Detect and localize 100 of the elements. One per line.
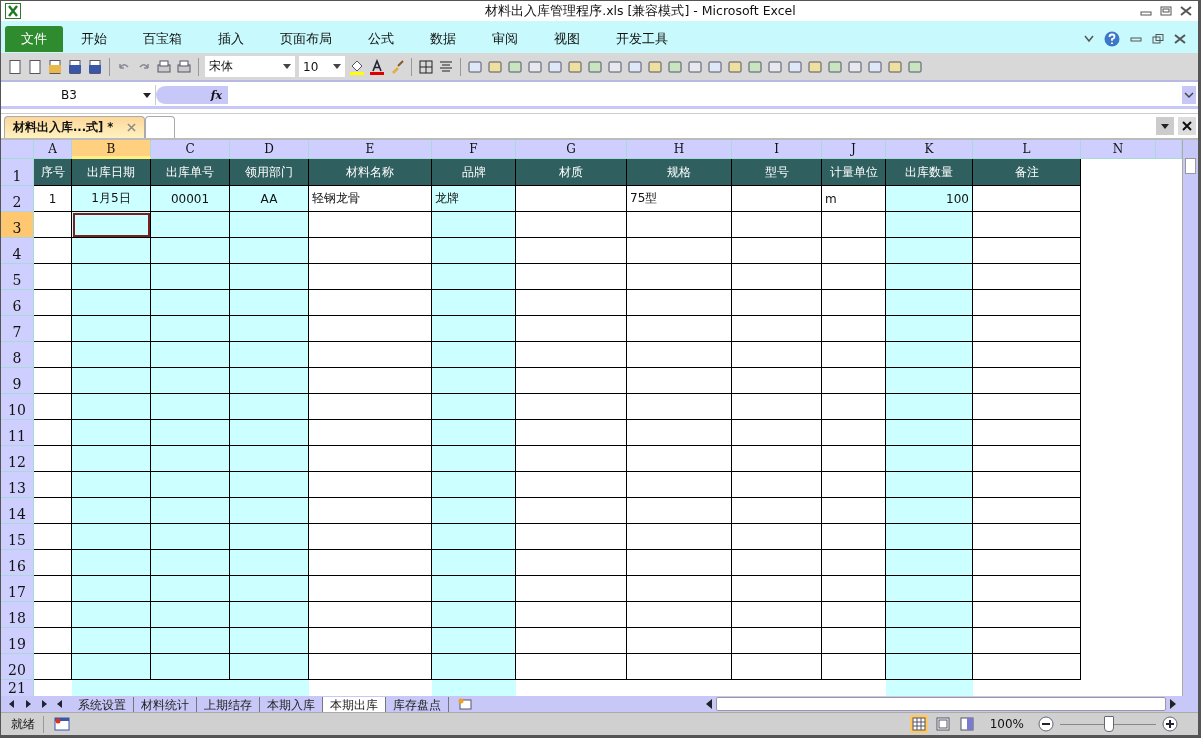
table-cell: 型号 <box>732 159 822 186</box>
row-header[interactable]: 14 <box>1 498 34 524</box>
column-header[interactable]: D <box>230 140 309 159</box>
page-break-icon[interactable] <box>957 715 976 733</box>
column-header[interactable]: F <box>432 140 516 159</box>
blank-page-icon[interactable] <box>27 58 43 75</box>
row-header[interactable]: 17 <box>1 576 34 602</box>
macro-record-icon[interactable] <box>54 717 70 731</box>
zoom-in-icon[interactable] <box>1162 716 1178 732</box>
font-color-icon[interactable] <box>369 58 385 75</box>
caret-icon[interactable] <box>283 64 291 69</box>
menu-tab[interactable]: 公式 <box>356 26 406 52</box>
paint-bucket-icon[interactable] <box>349 58 365 75</box>
maximize-icon[interactable] <box>1160 6 1172 16</box>
table-cell: 品牌 <box>432 159 516 186</box>
row-header[interactable]: 2 <box>1 186 34 212</box>
new-sheet-icon[interactable] <box>457 698 473 710</box>
save-as-icon[interactable] <box>87 58 103 75</box>
window-title: 材料出入库管理程序.xls [兼容模式] - Microsoft Excel <box>484 2 797 20</box>
font-field[interactable]: 宋体 <box>205 56 295 77</box>
menu-tab[interactable]: 文件 <box>5 26 63 52</box>
scroll-right-icon[interactable] <box>1170 699 1176 709</box>
table-cell: 出库日期 <box>72 159 151 186</box>
menu-tab[interactable]: 数据 <box>418 26 468 52</box>
menu-tab[interactable]: 页面布局 <box>268 26 344 52</box>
row-header[interactable]: 5 <box>1 264 34 290</box>
row-header[interactable]: 21 <box>1 680 34 696</box>
row-header[interactable]: 20 <box>1 654 34 680</box>
column-header[interactable]: B <box>72 140 151 159</box>
row-header[interactable]: 3 <box>1 212 34 238</box>
row-header[interactable]: 8 <box>1 342 34 368</box>
column-header[interactable]: N <box>1081 140 1156 159</box>
column-header[interactable]: E <box>309 140 432 159</box>
borders-icon[interactable] <box>418 58 434 75</box>
document-tab[interactable] <box>145 116 176 138</box>
table-cell: 备注 <box>973 159 1081 186</box>
menu-tab[interactable]: 插入 <box>206 26 256 52</box>
font-size-field[interactable]: 10 <box>299 56 345 77</box>
document-tab[interactable]: 材料出入库...式] * <box>4 116 146 138</box>
row-header[interactable]: 15 <box>1 524 34 550</box>
row-header[interactable]: 9 <box>1 368 34 394</box>
print-icon[interactable] <box>156 58 172 75</box>
row-header[interactable]: 12 <box>1 446 34 472</box>
row-header[interactable]: 1 <box>1 159 34 186</box>
page-layout-icon[interactable] <box>933 715 952 733</box>
align-center-icon[interactable] <box>438 58 454 75</box>
name-box[interactable]: B3 <box>1 85 156 105</box>
zoom-slider-thumb[interactable] <box>1104 715 1114 732</box>
close-icon[interactable] <box>1180 6 1192 16</box>
save-icon[interactable] <box>67 58 83 75</box>
caret-icon[interactable] <box>333 64 341 69</box>
print-preview-icon[interactable] <box>176 58 192 75</box>
table-cell: 材质 <box>516 159 627 186</box>
horizontal-scrollbar[interactable] <box>706 697 1176 711</box>
help-icon[interactable] <box>1104 31 1120 47</box>
sheet-tab[interactable]: 本期出库 <box>323 696 386 712</box>
close-icon[interactable] <box>1178 117 1196 135</box>
row-header[interactable]: 16 <box>1 550 34 576</box>
table-cell: 100 <box>886 186 973 212</box>
row-header[interactable]: 10 <box>1 394 34 420</box>
column-header[interactable]: C <box>151 140 230 159</box>
normal-view-icon[interactable] <box>909 715 928 733</box>
zoom-out-icon[interactable] <box>1038 716 1054 732</box>
row-header[interactable]: 19 <box>1 628 34 654</box>
chevron-down-icon[interactable] <box>1084 35 1094 43</box>
status-text: 就绪 <box>1 715 44 733</box>
new-document-icon[interactable] <box>7 58 23 75</box>
menu-tab[interactable]: 审阅 <box>480 26 530 52</box>
row-header[interactable]: 13 <box>1 472 34 498</box>
table-cell: 材料名称 <box>309 159 432 186</box>
menu-tab[interactable]: 视图 <box>542 26 592 52</box>
expand-icon[interactable] <box>1182 86 1196 104</box>
dropdown-icon[interactable] <box>1156 117 1174 135</box>
column-header[interactable]: I <box>732 140 822 159</box>
zoom-level[interactable]: 100% <box>989 717 1024 731</box>
menu-tab[interactable]: 开发工具 <box>604 26 680 52</box>
menu-tab[interactable]: 开始 <box>69 26 119 52</box>
function-icon[interactable]: fx <box>210 88 222 102</box>
folder-icon[interactable] <box>47 58 63 75</box>
table-cell: 计量单位 <box>822 159 886 186</box>
row-header[interactable]: 11 <box>1 420 34 446</box>
column-header[interactable]: A <box>34 140 72 159</box>
caret-icon[interactable] <box>143 92 151 98</box>
menu-tab[interactable]: 百宝箱 <box>131 26 194 52</box>
vertical-scrollbar[interactable] <box>1182 140 1198 696</box>
column-header[interactable]: H <box>627 140 732 159</box>
close-icon[interactable] <box>1174 34 1186 44</box>
row-header[interactable]: 18 <box>1 602 34 628</box>
column-header[interactable]: L <box>973 140 1081 159</box>
table-cell: 规格 <box>627 159 732 186</box>
column-header[interactable]: K <box>886 140 973 159</box>
row-header[interactable]: 6 <box>1 290 34 316</box>
minimize-icon[interactable] <box>1130 34 1142 44</box>
table-cell: 75型 <box>627 186 732 212</box>
scroll-left-icon[interactable] <box>706 699 712 709</box>
column-header[interactable]: J <box>822 140 886 159</box>
restore-icon[interactable] <box>1152 34 1164 44</box>
row-header[interactable]: 7 <box>1 316 34 342</box>
row-header[interactable]: 4 <box>1 238 34 264</box>
column-header[interactable]: G <box>516 140 627 159</box>
